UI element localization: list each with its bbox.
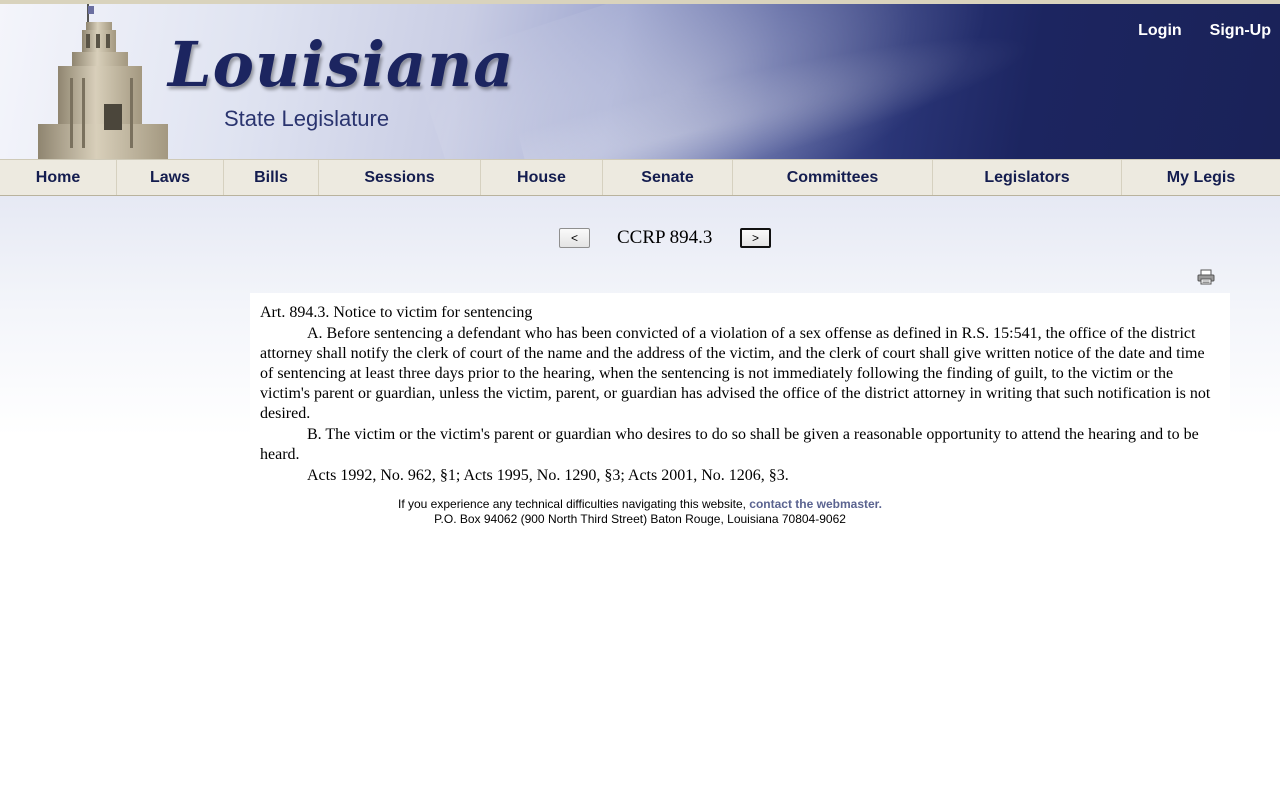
nav-bills[interactable]: Bills [224,160,319,195]
login-link[interactable]: Login [1138,22,1182,40]
nav-house[interactable]: House [481,160,603,195]
footer: If you experience any technical difficul… [0,497,1280,527]
law-text: Art. 894.3. Notice to victim for sentenc… [250,293,1230,489]
printer-icon[interactable] [1197,269,1215,285]
footer-support-line: If you experience any technical difficul… [0,497,1280,512]
paragraph-a: A. Before sentencing a defendant who has… [260,325,1211,422]
main-nav: Home Laws Bills Sessions House Senate Co… [0,159,1280,196]
next-law-button[interactable]: > [740,228,771,248]
capitol-building-image [38,4,168,159]
header-banner: Louisiana State Legislature Login Sign-U… [0,4,1280,159]
nav-home[interactable]: Home [0,160,117,195]
nav-senate[interactable]: Senate [603,160,733,195]
law-citation: CCRP 894.3 [617,227,713,248]
previous-law-button[interactable]: < [559,228,590,248]
auth-links: Login Sign-Up [1138,22,1271,40]
article-heading: Art. 894.3. Notice to victim for sentenc… [260,304,533,321]
law-pager: < CCRP 894.3 > [0,226,1280,252]
nav-sessions[interactable]: Sessions [319,160,481,195]
footer-address: P.O. Box 94062 (900 North Third Street) … [434,512,846,526]
footer-difficulty-text: If you experience any technical difficul… [397,497,750,511]
paragraph-b: B. The victim or the victim's parent or … [260,426,1199,463]
contact-webmaster-link[interactable]: contact the webmaster. [749,497,882,511]
nav-committees[interactable]: Committees [733,160,933,195]
signup-link[interactable]: Sign-Up [1210,22,1271,40]
history-note: Acts 1992, No. 962, §1; Acts 1995, No. 1… [307,467,789,484]
logo-title: Louisiana [168,28,515,101]
nav-my-legis[interactable]: My Legis [1122,160,1280,195]
logo-subtitle: State Legislature [224,106,390,131]
nav-legislators[interactable]: Legislators [933,160,1122,195]
nav-laws[interactable]: Laws [117,160,224,195]
